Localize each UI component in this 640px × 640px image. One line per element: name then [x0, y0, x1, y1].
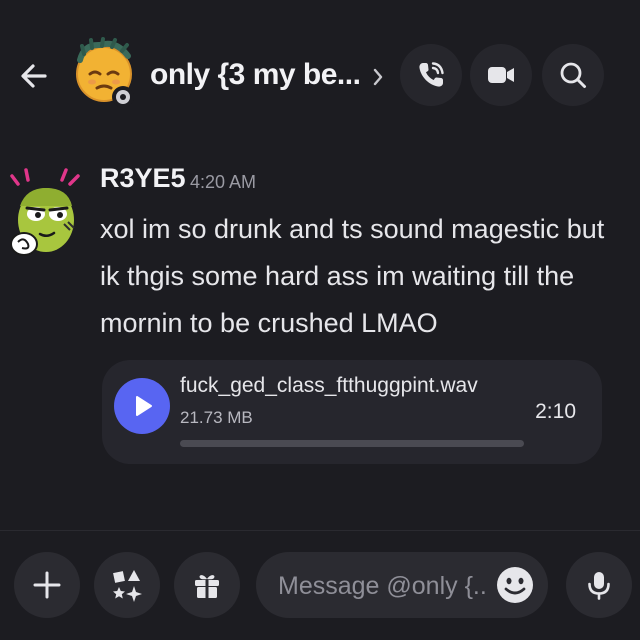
add-attachment-button[interactable] [14, 552, 80, 618]
gift-button[interactable] [174, 552, 240, 618]
composer-divider [0, 530, 640, 531]
back-button[interactable] [12, 54, 56, 98]
arrow-left-icon [21, 64, 47, 88]
attachment-file-size: 21.73 MB [180, 408, 253, 427]
phone-call-icon [419, 62, 444, 87]
plus-icon [33, 571, 61, 599]
emoji-button[interactable] [494, 564, 536, 606]
apps-button[interactable] [94, 552, 160, 618]
chat-header: only {3 my be... [0, 0, 640, 150]
apps-icon [113, 570, 142, 602]
search-button[interactable] [542, 44, 604, 106]
video-call-button[interactable] [470, 44, 532, 106]
audio-attachment: fuck_ged_class_ftthuggpint.wav 21.73 MB … [102, 360, 602, 464]
play-button[interactable] [114, 378, 170, 434]
chevron-right-icon[interactable] [368, 63, 388, 91]
search-icon [560, 62, 586, 88]
audio-progress-bar[interactable] [180, 440, 524, 447]
message-timestamp: 4:20 AM [190, 172, 257, 192]
author-avatar[interactable] [6, 162, 86, 262]
gift-icon [195, 575, 219, 598]
voice-message-button[interactable] [566, 552, 632, 618]
microphone-icon [588, 572, 610, 600]
dm-avatar[interactable] [70, 36, 138, 108]
dm-chat-screen: only {3 my be... R3YE5 4:20 AM xol im so… [0, 0, 640, 640]
voice-call-button[interactable] [400, 44, 462, 106]
status-indicator [112, 86, 134, 108]
message-input[interactable] [276, 552, 490, 620]
smiley-emoji-icon [497, 567, 533, 603]
video-camera-icon [488, 67, 514, 83]
audio-duration: 2:10 [535, 400, 576, 423]
author-avatar-image [10, 168, 80, 256]
play-icon [136, 396, 152, 416]
author-name[interactable]: R3YE5 [100, 163, 186, 194]
dm-title[interactable]: only {3 my be... [150, 58, 361, 92]
message-input-container [256, 552, 548, 620]
attachment-file-name[interactable]: fuck_ged_class_ftthuggpint.wav [180, 374, 478, 398]
message-text: xol im so drunk and ts sound magestic bu… [100, 214, 605, 338]
